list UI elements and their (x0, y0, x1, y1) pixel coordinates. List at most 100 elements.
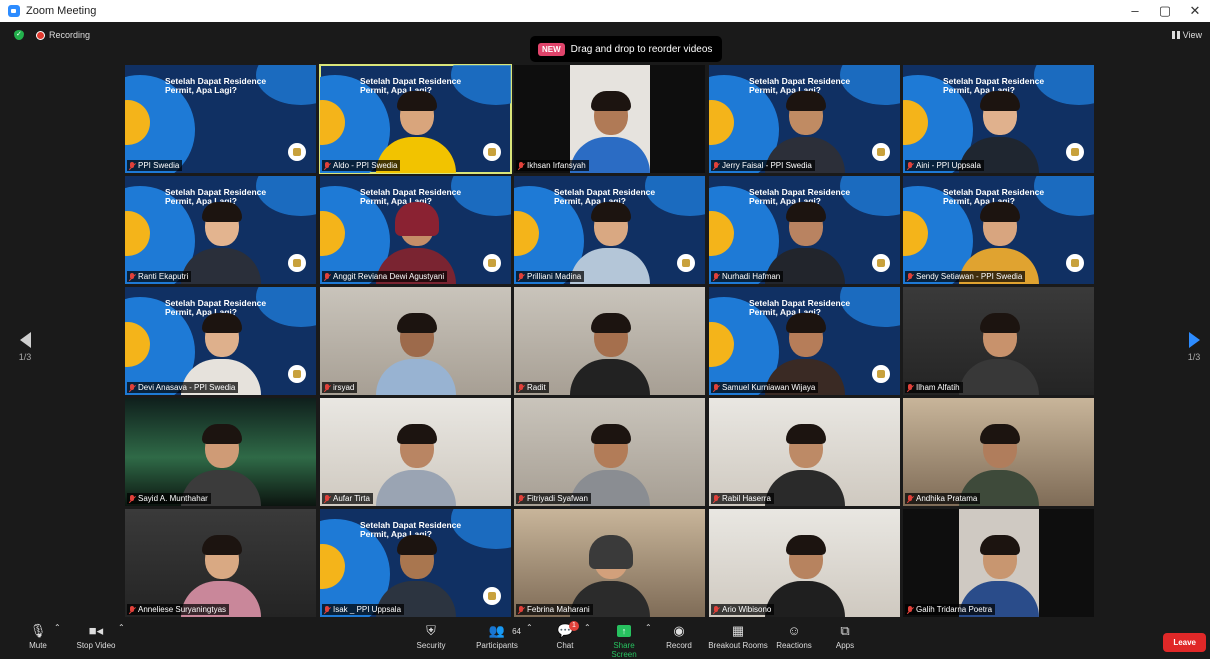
participant-video-tile[interactable]: Ilham Alfatih (903, 287, 1094, 395)
security-label: Security (416, 641, 446, 650)
participant-video-tile[interactable]: irsyad (320, 287, 511, 395)
record-button[interactable]: ◉ Record (664, 623, 694, 650)
participant-video-tile[interactable]: Radit (514, 287, 705, 395)
leave-button[interactable]: Leave (1163, 633, 1206, 652)
reactions-label: Reactions (776, 641, 812, 650)
participant-name-label: Ranti Ekaputri (127, 271, 192, 282)
zoom-app-icon (8, 5, 20, 17)
participant-video-tile[interactable]: Setelah Dapat Residence Permit, Apa Lagi… (125, 287, 316, 395)
participant-video-tile[interactable]: Ario Wibisono (709, 509, 900, 617)
participant-name-label: Rabil Haserra (711, 493, 774, 504)
participant-video-tile[interactable]: Setelah Dapat Residence Permit, Apa Lagi… (903, 65, 1094, 173)
participant-name-label: PPI Swedia (127, 160, 183, 171)
breakout-rooms-label: Breakout Rooms (708, 641, 768, 650)
participant-video-tile[interactable]: Febrina Maharani (514, 509, 705, 617)
stop-video-button[interactable]: ■◂ Stop Video (74, 623, 118, 650)
previous-page-button[interactable]: 1/3 (15, 332, 35, 362)
mic-muted-icon (907, 494, 913, 503)
stop-video-label: Stop Video (76, 641, 116, 650)
mute-button[interactable]: 🎙 Mute (26, 623, 50, 650)
participant-name-label: Aini - PPI Uppsala (905, 160, 984, 171)
share-options-chevron-icon[interactable]: ⌃ (645, 623, 652, 632)
participant-figure (375, 422, 456, 506)
participant-name: Ikhsan Irfansyah (527, 161, 586, 170)
participant-name-label: Devi Anasava - PPI Swedia (127, 382, 239, 393)
microphone-icon: 🎙 (29, 623, 47, 638)
chat-button[interactable]: 💬 1 Chat (552, 621, 579, 650)
participant-name-label: irsyad (322, 382, 358, 393)
participant-video-tile[interactable]: Setelah Dapat Residence Permit, Apa Lagi… (125, 65, 316, 173)
breakout-rooms-grid-icon: ▦ (731, 623, 745, 638)
participant-name-label: Nurhadi Hafman (711, 271, 784, 282)
record-label: Record (666, 641, 692, 650)
participant-name-label: Aldo - PPI Swedia (322, 160, 401, 171)
participant-name: Aini - PPI Uppsala (916, 161, 981, 170)
ppi-emblem-icon (483, 143, 501, 161)
participant-video-tile[interactable]: Aufar Tirta (320, 398, 511, 506)
participant-name: Samuel Kurniawan Wijaya (722, 383, 816, 392)
chat-unread-badge: 1 (569, 621, 579, 631)
mic-muted-icon (518, 494, 524, 503)
participant-name-label: Sendy Setiawan - PPI Swedia (905, 271, 1026, 282)
ppi-emblem-icon (677, 254, 695, 272)
minimize-button[interactable]: – (1120, 0, 1150, 22)
participant-name: Aldo - PPI Swedia (333, 161, 398, 170)
participant-video-tile[interactable]: Sayid A. Munthahar (125, 398, 316, 506)
participant-name-label: Prilliani Madina (516, 271, 585, 282)
security-button[interactable]: ⛨ Security (414, 623, 448, 650)
window-title-bar: Zoom Meeting – ▢ ✕ (0, 0, 1210, 22)
smiley-plus-icon: ☺ (787, 623, 801, 638)
participant-video-tile[interactable]: Anneliese Suryaningtyas (125, 509, 316, 617)
shield-icon: ⛨ (426, 623, 436, 638)
apps-button[interactable]: ⧉ Apps (832, 623, 858, 650)
breakout-rooms-button[interactable]: ▦ Breakout Rooms (708, 623, 768, 650)
participant-name-label: Jerry Faisal - PPI Swedia (711, 160, 815, 171)
participant-video-tile[interactable]: Fitriyadi Syafwan (514, 398, 705, 506)
participant-video-tile[interactable]: Setelah Dapat Residence Permit, Apa Lagi… (514, 176, 705, 284)
view-button[interactable]: View (1171, 30, 1202, 40)
participant-video-tile[interactable]: Setelah Dapat Residence Permit, Apa Lagi… (320, 509, 511, 617)
ppi-emblem-icon (872, 365, 890, 383)
participants-button[interactable]: 👥 64 Participants (474, 623, 521, 650)
mic-muted-icon (129, 494, 135, 503)
participant-video-tile[interactable]: Setelah Dapat Residence Permit, Apa Lagi… (125, 176, 316, 284)
participant-video-tile[interactable]: Galih Tridarna Poetra (903, 509, 1094, 617)
participant-video-tile[interactable]: Setelah Dapat Residence Permit, Apa Lagi… (320, 176, 511, 284)
participant-video-tile[interactable]: Ikhsan Irfansyah (514, 65, 705, 173)
participant-name-label: Andhika Pratama (905, 493, 981, 504)
participant-name-label: Ilham Alfatih (905, 382, 963, 393)
participant-video-tile[interactable]: Setelah Dapat Residence Permit, Apa Lagi… (903, 176, 1094, 284)
audio-options-chevron-icon[interactable]: ⌃ (54, 623, 61, 632)
new-badge: NEW (538, 42, 565, 56)
mic-muted-icon (324, 494, 330, 503)
video-options-chevron-icon[interactable]: ⌃ (118, 623, 125, 632)
participants-count: 64 (512, 627, 521, 636)
mic-muted-icon (324, 605, 330, 614)
chat-label: Chat (556, 641, 574, 650)
participant-video-tile[interactable]: Rabil Haserra (709, 398, 900, 506)
participant-video-tile[interactable]: Setelah Dapat Residence Permit, Apa Lagi… (709, 287, 900, 395)
chat-options-chevron-icon[interactable]: ⌃ (584, 623, 591, 632)
participants-icon: 👥 64 (488, 623, 521, 638)
mic-muted-icon (324, 161, 330, 170)
ppi-emblem-icon (288, 143, 306, 161)
mic-muted-icon (713, 161, 719, 170)
mic-muted-icon (129, 161, 135, 170)
recording-label[interactable]: Recording (49, 30, 90, 40)
participant-video-tile[interactable]: Setelah Dapat Residence Permit, Apa Lagi… (709, 65, 900, 173)
participant-video-tile[interactable]: Andhika Pratama (903, 398, 1094, 506)
maximize-button[interactable]: ▢ (1150, 0, 1180, 22)
participant-name-label: Anggit Reviana Dewi Agustyani (322, 271, 448, 282)
participant-video-tile[interactable]: Setelah Dapat Residence Permit, Apa Lagi… (319, 64, 512, 174)
mic-muted-icon (907, 272, 913, 281)
participant-name: Radit (527, 383, 546, 392)
participant-name-label: Sayid A. Munthahar (127, 493, 211, 504)
participants-options-chevron-icon[interactable]: ⌃ (526, 623, 533, 632)
share-screen-button[interactable]: ↑ Share Screen (600, 623, 648, 659)
participant-name: Anggit Reviana Dewi Agustyani (333, 272, 445, 281)
security-shield-icon[interactable] (14, 30, 24, 40)
reactions-button[interactable]: ☺ Reactions (776, 623, 812, 650)
next-page-button[interactable]: 1/3 (1184, 332, 1204, 362)
close-button[interactable]: ✕ (1180, 0, 1210, 22)
participant-video-tile[interactable]: Setelah Dapat Residence Permit, Apa Lagi… (709, 176, 900, 284)
